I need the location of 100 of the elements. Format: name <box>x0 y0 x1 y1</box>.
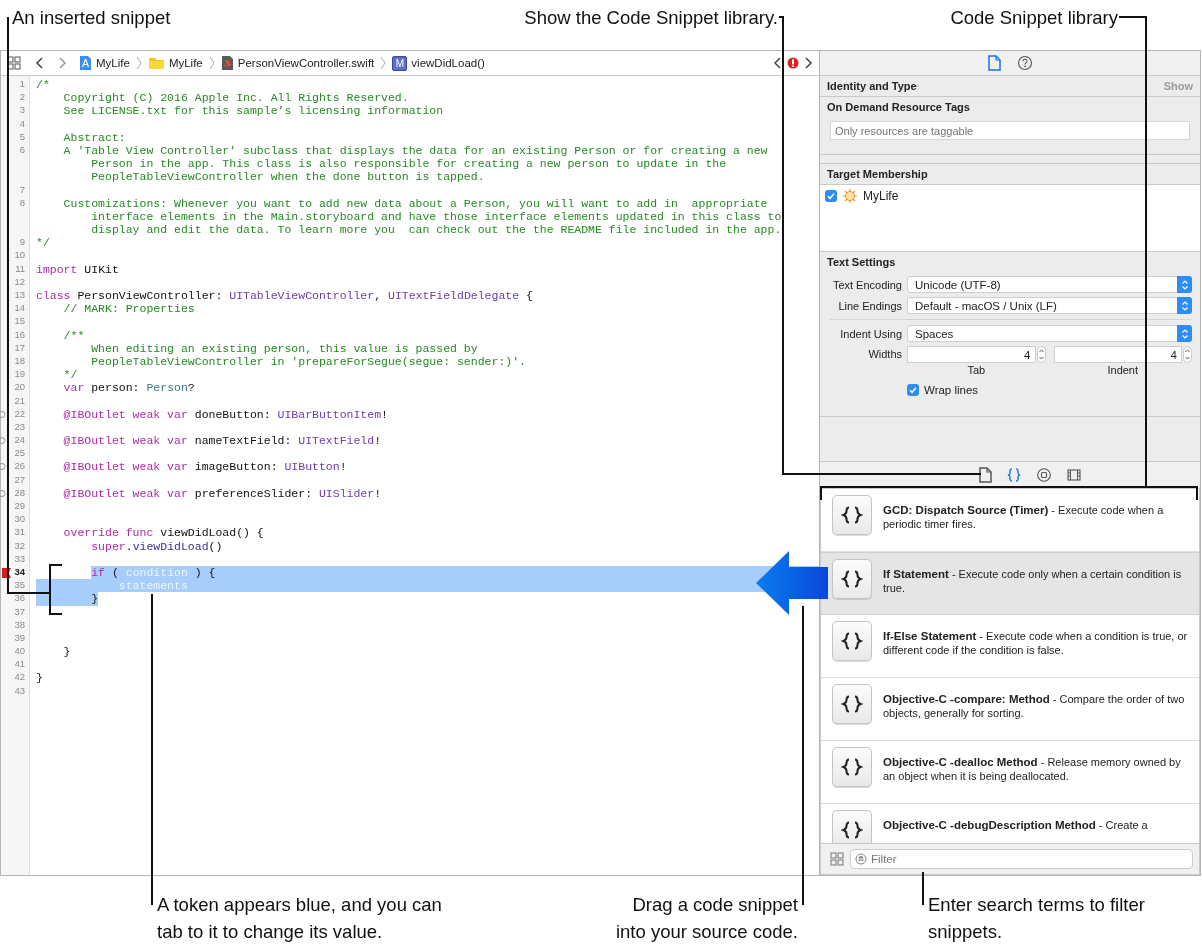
line-number: 22 <box>14 407 25 419</box>
code-line: override func viewDidLoad() { <box>62 526 264 540</box>
checkbox[interactable] <box>907 384 919 396</box>
callout-text: Drag a code snippet into your source code. <box>614 893 798 944</box>
code-line: import UIKit <box>36 262 119 276</box>
code-line: interface elements in the Main.storyboard and have those interface elements updated in this class to <box>90 209 782 224</box>
snippet-item[interactable]: If-Else Statement - Execute code when a condition is true, or different code if the condition is false. <box>821 615 1199 678</box>
line-number: 27 <box>14 473 25 485</box>
snippet-description: GCD: Dispatch Source (Timer) - Execute code when a periodic timer fires. <box>883 503 1165 531</box>
code-line: When editing an existing person, this value is passed by <box>90 341 478 355</box>
dropdown[interactable]: Default - macOS / Unix (LF) <box>907 297 1192 314</box>
code-line: // MARK: Properties <box>62 302 195 316</box>
number-field[interactable]: 4 <box>907 346 1036 363</box>
help-icon[interactable] <box>1017 55 1033 71</box>
line-number: 30 <box>14 513 25 525</box>
chevron-icon <box>208 56 215 70</box>
line-number: 29 <box>14 500 25 511</box>
snippet-item[interactable]: Objective-C -compare: Method - Compare the order of two objects, generally for sorting. <box>821 678 1199 741</box>
drag-arrow <box>756 551 828 615</box>
line-number: 33 <box>14 552 25 564</box>
line-number: 25 <box>14 447 25 459</box>
code-line: PeopleTableViewController in 'prepareForSegue(segue: sender:)'. <box>90 354 526 369</box>
line-number: 9 <box>19 236 25 248</box>
field-label: Widths <box>867 348 902 360</box>
snippet-description: If-Else Statement - Execute code when a condition is true, or different code if the condition is false. <box>883 629 1189 657</box>
line-number: 41 <box>14 658 25 670</box>
callout-text: An inserted snippet <box>12 6 171 30</box>
line-number: 19 <box>14 368 25 380</box>
snippet-item[interactable]: If Statement - Execute code only when a certain condition is true. <box>821 552 1199 615</box>
stepper[interactable] <box>1036 346 1046 363</box>
line-number: 34 <box>14 565 25 577</box>
snippet-icon <box>832 684 872 724</box>
error-icon[interactable] <box>787 57 799 69</box>
line-number: 39 <box>14 631 25 643</box>
breadcrumb-item[interactable]: PersonViewController.swift <box>237 57 375 69</box>
code-line: display and edit the data. To learn more you can check out the the README file included in the app. <box>90 223 782 237</box>
swift-file-icon <box>220 55 234 71</box>
gear-icon <box>842 188 858 204</box>
code-line: Customizations: Whenever you want to add new data about a Person, you will want to add in appropriate <box>62 196 768 210</box>
method-badge: M <box>392 55 408 71</box>
line-number: 31 <box>14 526 25 538</box>
callout-text: A token appears blue, and you can tab to it to change its value. <box>157 893 443 944</box>
previous-issue-icon[interactable] <box>773 56 783 70</box>
stepper[interactable] <box>1183 346 1192 363</box>
code-line: Abstract: <box>62 130 126 144</box>
code-line: PeopleTableViewController when the done button is tapped. <box>90 170 485 184</box>
tags-field[interactable]: Only resources are taggable <box>830 121 1190 140</box>
filter-icon <box>855 853 867 865</box>
line-number: 23 <box>14 420 25 432</box>
number-field[interactable]: 4 <box>1053 346 1182 363</box>
line-number: 12 <box>14 275 25 287</box>
checkbox-label: Wrap lines <box>924 384 979 396</box>
code-line: Person in the app. This class is also responsible for creating a new person to update in the <box>90 157 727 171</box>
filter-field[interactable]: Filter <box>850 849 1193 869</box>
line-number: 37 <box>14 605 25 617</box>
code-line: } <box>62 645 71 659</box>
braces-icon[interactable] <box>1006 467 1022 483</box>
line-number: 16 <box>14 328 25 340</box>
snippet-item[interactable]: Objective-C -dealloc Method - Release memory owned by an object when it is being deallocated. <box>821 741 1199 804</box>
callout-text: Show the Code Snippet library. <box>524 6 778 30</box>
snippet-icon <box>832 747 872 787</box>
dropdown[interactable]: Unicode (UTF-8) <box>907 276 1192 293</box>
next-issue-icon[interactable] <box>803 56 813 70</box>
line-number: 1 <box>19 78 25 89</box>
snippet-description: Objective-C -compare: Method - Compare the order of two objects, generally for sorting. <box>883 692 1186 720</box>
dropdown[interactable]: Spaces <box>907 325 1192 342</box>
line-number: 17 <box>14 341 25 353</box>
forward-icon[interactable] <box>57 56 67 70</box>
line-number: 10 <box>14 249 25 261</box>
field-caption: Indent <box>1107 364 1139 376</box>
code-line: super.viewDidLoad() <box>90 539 223 553</box>
line-number: 38 <box>14 618 25 630</box>
line-number: 42 <box>14 671 25 683</box>
line-number: 35 <box>14 579 25 591</box>
code-line: } <box>36 671 43 685</box>
code-line: See LICENSE.txt for this sample’s licensing information <box>62 104 444 118</box>
line-number: 2 <box>19 91 25 103</box>
breadcrumb-item[interactable]: MyLife <box>96 57 130 69</box>
callout-text: Code Snippet library <box>950 6 1118 30</box>
code-line: */ <box>36 236 50 250</box>
line-number: 26 <box>14 460 25 472</box>
snippet-icon <box>832 559 872 599</box>
code-line: Copyright (C) 2016 Apple Inc. All Rights Reserved. <box>62 91 409 105</box>
file-icon[interactable] <box>978 467 992 483</box>
circle-icon[interactable] <box>1036 467 1052 483</box>
target-name: MyLife <box>863 189 899 203</box>
section-title: Target Membership <box>827 167 928 182</box>
callout-text: Enter search terms to filter snippets. <box>928 893 1146 944</box>
snippet-description: Objective-C -dealloc Method - Release memory owned by an object when it is being deallocated. <box>883 755 1182 783</box>
snippet-icon <box>832 621 872 661</box>
folder-icon <box>147 56 165 70</box>
line-number: 36 <box>14 592 25 604</box>
error-marker-icon[interactable] <box>2 567 11 578</box>
breadcrumb-item[interactable]: MyLife <box>168 57 203 69</box>
checkbox[interactable] <box>825 190 837 202</box>
back-icon[interactable] <box>35 56 45 70</box>
section-title: Identity and Type <box>827 79 917 94</box>
grid-icon[interactable] <box>7 56 21 70</box>
breadcrumb-item[interactable]: viewDidLoad() <box>411 57 485 69</box>
film-icon[interactable] <box>1066 467 1082 483</box>
